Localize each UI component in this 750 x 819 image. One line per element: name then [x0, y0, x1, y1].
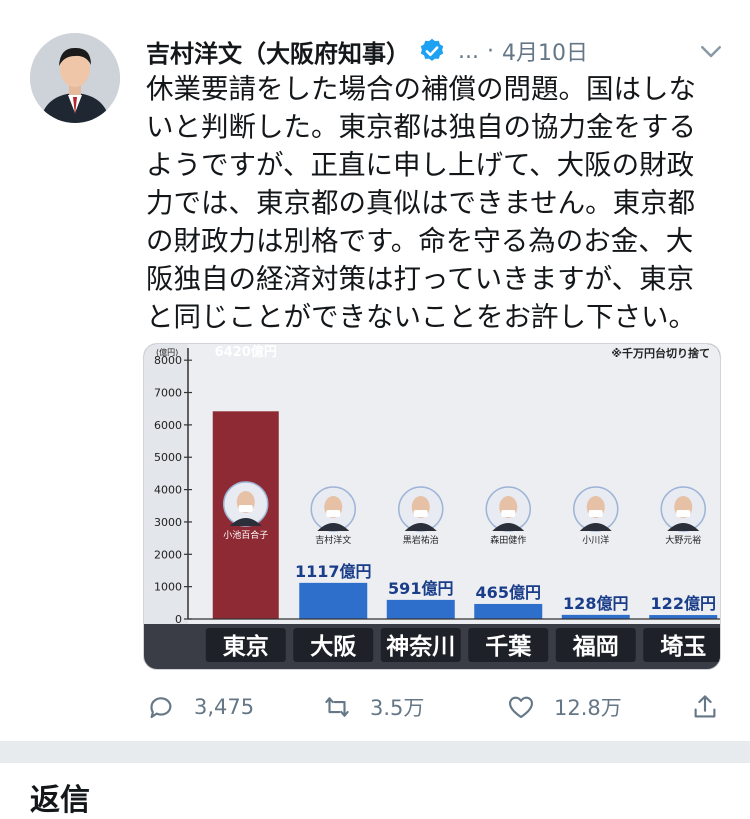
- like-button[interactable]: 12.8万: [506, 687, 622, 727]
- tweet-media-image[interactable]: 0 1000 2000 3000 4000 5000 6000 7000 8000 (億円) ※千万…: [143, 343, 721, 670]
- y-tick-label: 5000: [154, 451, 182, 464]
- governor-name: 小川洋: [582, 534, 609, 546]
- governor-mask: [238, 505, 253, 512]
- replies-heading: 返信: [30, 783, 90, 818]
- category-label: 大阪: [310, 634, 356, 660]
- y-tick-label: 3000: [154, 516, 182, 529]
- category-label: 埼玉: [660, 634, 706, 660]
- category-label: 福岡: [572, 634, 619, 660]
- category-label: 神奈川: [386, 633, 455, 660]
- avatar-portrait: [30, 33, 120, 123]
- bar-value-label: 6420億円: [215, 344, 277, 360]
- y-axis-unit: (億円): [156, 347, 178, 357]
- governor-name: 黒岩祐治: [403, 534, 439, 546]
- retweet-count: 3.5万: [370, 696, 425, 720]
- governor-mask: [588, 510, 603, 517]
- chart-note: ※千万円台切り捨て: [611, 346, 710, 360]
- y-tick-label: 7000: [154, 387, 182, 400]
- share-button[interactable]: [690, 687, 720, 727]
- y-tick-label: 1000: [154, 581, 182, 594]
- governor-name: 大野元裕: [665, 534, 701, 546]
- tweet-header: 吉村洋文（大阪府知事） ... · 4月10日: [146, 34, 726, 68]
- section-divider: [0, 741, 750, 763]
- tweet-actions: 3,475 3.5万 12.8万: [0, 687, 750, 727]
- bar: [474, 603, 543, 619]
- category-label: 千葉: [485, 634, 532, 660]
- governor-name: 小池百合子: [223, 529, 268, 541]
- heart-icon: [508, 696, 534, 719]
- author-name[interactable]: 吉村洋文（大阪府知事）: [146, 34, 410, 69]
- governor-name: 吉村洋文: [315, 534, 351, 546]
- tweet-text: 休業要請をした場合の補償の問題。国はしないと判断した。東京都は独自の協力金をする…: [146, 73, 696, 333]
- tweet-date[interactable]: 4月10日: [502, 35, 588, 67]
- bar-value-label: 1117億円: [295, 562, 372, 581]
- y-tick-label: 4000: [154, 484, 182, 497]
- governor-mask: [326, 510, 341, 517]
- category-label: 東京: [223, 633, 269, 660]
- reply-button[interactable]: 3,475: [146, 687, 254, 727]
- header-separator: ·: [486, 38, 494, 64]
- bar-value-label: 122億円: [651, 594, 716, 613]
- retweet-button[interactable]: 3.5万: [322, 687, 424, 727]
- governor-name: 森田健作: [490, 534, 526, 546]
- bar: [386, 599, 455, 619]
- y-tick-label: 0: [175, 613, 182, 626]
- reply-icon: [150, 697, 172, 719]
- verified-badge-icon: [420, 38, 444, 61]
- author-handle[interactable]: ...: [458, 39, 479, 64]
- avatar[interactable]: [30, 33, 120, 123]
- reply-count: 3,475: [194, 695, 255, 719]
- bar-chart: 010002000300040005000600070008000(億円) ※千万…: [144, 344, 720, 669]
- share-icon: [694, 695, 716, 718]
- bar: [561, 614, 630, 619]
- bar-value-label: 465億円: [476, 583, 541, 602]
- y-tick-label: 6000: [154, 419, 182, 432]
- governor-mask: [501, 510, 516, 517]
- retweet-icon: [325, 697, 349, 717]
- bar: [299, 582, 368, 619]
- bar-value-label: 128億円: [563, 594, 628, 613]
- like-count: 12.8万: [554, 696, 622, 720]
- chevron-down-icon[interactable]: [696, 36, 726, 66]
- governor-mask: [413, 510, 428, 517]
- y-tick-label: 2000: [154, 548, 182, 561]
- bar-value-label: 591億円: [388, 579, 453, 598]
- governor-mask: [676, 510, 691, 517]
